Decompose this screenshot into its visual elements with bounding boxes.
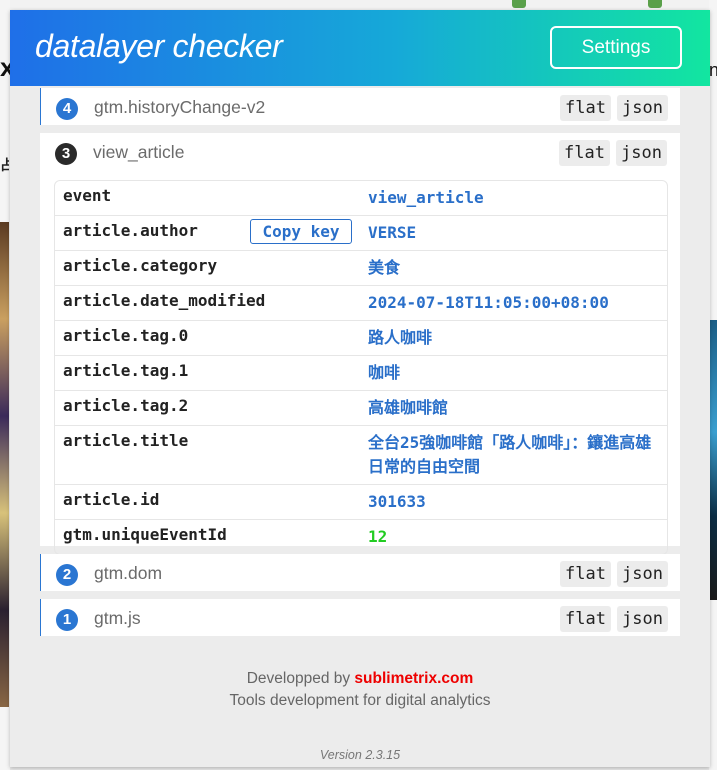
event-name: gtm.dom: [94, 563, 163, 583]
header-bar: datalayer checker Settings: [10, 10, 710, 86]
datalayer-value: 高雄咖啡館: [368, 398, 449, 417]
datalayer-key[interactable]: article.id: [55, 485, 360, 519]
background-image: [0, 222, 9, 707]
table-row: article.category 美食: [55, 251, 667, 286]
event-name: gtm.js: [94, 608, 141, 628]
datalayer-key[interactable]: article.category: [55, 251, 360, 285]
table-row: event view_article: [55, 181, 667, 216]
event-name: gtm.historyChange-v2: [94, 97, 266, 117]
event-number-badge: 1: [56, 609, 78, 631]
table-row: article.author Copy key VERSE: [55, 216, 667, 251]
table-row: article.tag.1 咖啡: [55, 356, 667, 391]
datalayer-key[interactable]: event: [55, 181, 360, 215]
app-title: datalayer checker: [35, 28, 283, 64]
datalayer-value: 咖啡: [368, 363, 401, 382]
background-badge: [648, 0, 662, 8]
developer-credit: Developped by sublimetrix.com: [10, 670, 710, 688]
background-text: n: [709, 60, 717, 80]
table-row: article.title 全台25強咖啡館「路人咖啡」：鑲進高雄日常的自由空間: [55, 426, 667, 485]
table-row: article.date_modified 2024-07-18T11:05:0…: [55, 286, 667, 321]
background-text: 占: [0, 157, 9, 173]
datalayer-value: 2024-07-18T11:05:00+08:00: [368, 293, 609, 312]
extension-popup: datalayer checker Settings 4 gtm.history…: [10, 10, 710, 767]
flat-button[interactable]: flat: [560, 606, 611, 632]
event-row[interactable]: 1 gtm.js flat json: [40, 599, 680, 636]
json-button[interactable]: json: [616, 140, 667, 166]
background-text: x: [0, 52, 10, 82]
datalayer-key[interactable]: article.tag.1: [55, 356, 360, 390]
datalayer-value: 12: [368, 527, 388, 546]
event-detail-panel: event view_article article.author Copy k…: [40, 170, 680, 555]
table-row: gtm.uniqueEventId 12: [55, 520, 667, 554]
settings-button[interactable]: Settings: [550, 26, 682, 69]
datalayer-key[interactable]: article.tag.0: [55, 321, 360, 355]
flat-button[interactable]: flat: [560, 561, 611, 587]
event-number-badge: 3: [55, 143, 77, 165]
background-page-top: [0, 0, 717, 10]
json-button[interactable]: json: [617, 561, 668, 587]
datalayer-key-label: article.author: [63, 221, 198, 240]
brand-link[interactable]: sublimetrix.com: [354, 670, 473, 687]
event-row[interactable]: 3 view_article flat json: [40, 133, 680, 170]
footer-tagline: Tools development for digital analytics: [229, 692, 491, 709]
json-button[interactable]: json: [617, 606, 668, 632]
json-button[interactable]: json: [617, 95, 668, 121]
datalayer-key[interactable]: article.tag.2: [55, 391, 360, 425]
event-row[interactable]: 2 gtm.dom flat json: [40, 554, 680, 591]
datalayer-value: VERSE: [368, 223, 417, 242]
copy-key-button[interactable]: Copy key: [250, 219, 352, 244]
table-row: article.tag.2 高雄咖啡館: [55, 391, 667, 426]
version-label: Version 2.3.15: [319, 748, 401, 762]
datalayer-value: 全台25強咖啡館「路人咖啡」：鑲進高雄日常的自由空間: [368, 433, 652, 476]
datalayer-value: 301633: [368, 492, 426, 511]
background-badge: [512, 0, 526, 8]
event-row[interactable]: 4 gtm.historyChange-v2 flat json: [40, 88, 680, 125]
event-number-badge: 2: [56, 564, 78, 586]
datalayer-value: 美食: [368, 258, 401, 277]
table-row: article.tag.0 路人咖啡: [55, 321, 667, 356]
credit-prefix: Developped by: [246, 670, 355, 687]
datalayer-value: 路人咖啡: [368, 328, 433, 347]
background-image: [709, 320, 717, 600]
flat-button[interactable]: flat: [560, 95, 611, 121]
datalayer-key[interactable]: article.date_modified: [55, 286, 360, 320]
event-number-badge: 4: [56, 98, 78, 120]
datalayer-value: view_article: [368, 188, 484, 207]
datalayer-key[interactable]: article.title: [55, 426, 360, 484]
datalayer-key[interactable]: gtm.uniqueEventId: [55, 520, 360, 554]
datalayer-key[interactable]: article.author Copy key: [55, 216, 360, 250]
footer: Developped by sublimetrix.com Tools deve…: [10, 670, 710, 762]
event-name: view_article: [93, 142, 185, 162]
event-list: 4 gtm.historyChange-v2 flat json 3 view_…: [40, 88, 680, 644]
datalayer-table: event view_article article.author Copy k…: [54, 180, 668, 555]
flat-button[interactable]: flat: [559, 140, 610, 166]
table-row: article.id 301633: [55, 485, 667, 520]
